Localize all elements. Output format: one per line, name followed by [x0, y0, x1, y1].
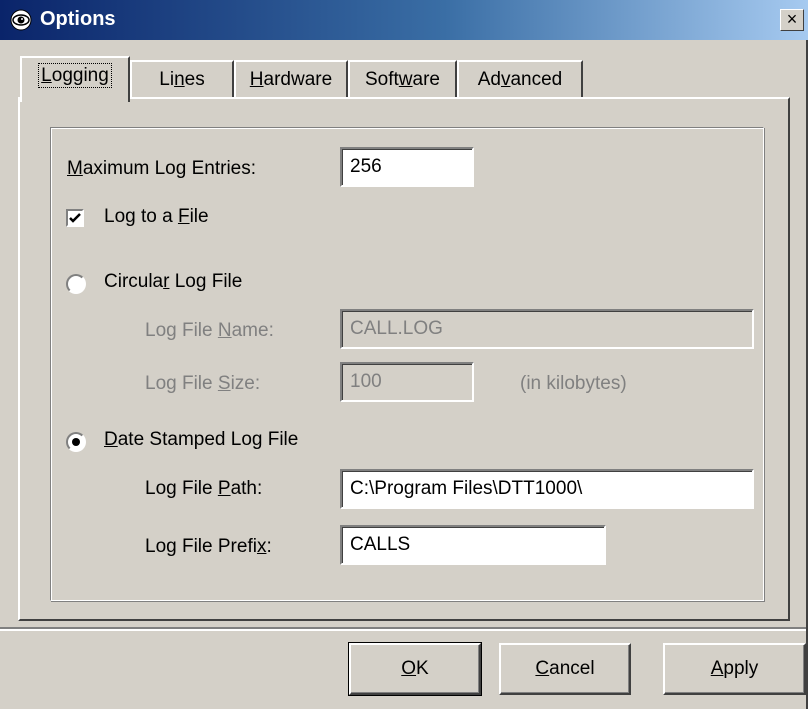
log-file-path-label: Log File Path: — [145, 478, 263, 499]
log-file-size-input[interactable]: 100 — [340, 362, 474, 402]
apply-button[interactable]: Apply — [663, 643, 806, 695]
log-file-size-unit: (in kilobytes) — [520, 373, 627, 394]
log-to-file-checkbox[interactable] — [66, 209, 84, 227]
apply-button-label: Apply — [710, 658, 759, 679]
ok-button-label: OK — [401, 658, 429, 679]
log-to-file-label[interactable]: Log to a File — [104, 206, 209, 228]
eye-icon — [10, 9, 32, 31]
log-file-path-input[interactable]: C:\Program Files\DTT1000\ — [340, 469, 754, 509]
cancel-button-label: Cancel — [535, 658, 595, 679]
circular-log-label[interactable]: Circular Log File — [104, 271, 242, 293]
log-file-size-label: Log File Size: — [145, 373, 261, 394]
tab-advanced[interactable]: Advanced — [457, 60, 583, 98]
log-file-prefix-input[interactable]: CALLS — [340, 525, 606, 565]
window-title: Options — [40, 8, 116, 30]
log-file-prefix-label: Log File Prefix: — [145, 536, 272, 557]
radio-selected-dot — [72, 438, 80, 446]
cancel-button[interactable]: Cancel — [499, 643, 631, 695]
tab-logging[interactable]: Logging — [20, 56, 130, 102]
circular-log-radio[interactable] — [66, 274, 86, 294]
tab-software[interactable]: Software — [348, 60, 457, 98]
tab-software-label: Software — [364, 69, 440, 90]
tab-logging-label: Logging — [38, 63, 112, 88]
tab-hardware-label: Hardware — [249, 69, 333, 90]
tab-advanced-label: Advanced — [477, 69, 563, 90]
check-icon — [69, 213, 81, 223]
close-button[interactable]: × — [780, 9, 804, 31]
log-file-name-label: Log File Name: — [145, 320, 274, 341]
max-log-entries-input[interactable]: 256 — [340, 147, 474, 187]
max-log-entries-label: Maximum Log Entries: — [67, 158, 257, 179]
ok-button[interactable]: OK — [348, 642, 482, 696]
tab-lines[interactable]: Lines — [130, 60, 234, 98]
log-file-name-input[interactable]: CALL.LOG — [340, 309, 754, 349]
button-separator — [0, 627, 806, 631]
title-bar[interactable]: Options × — [0, 0, 808, 40]
date-stamped-log-radio[interactable] — [66, 432, 86, 452]
tab-lines-label: Lines — [159, 69, 205, 90]
date-stamped-log-label[interactable]: Date Stamped Log File — [104, 429, 298, 451]
tab-hardware[interactable]: Hardware — [234, 60, 348, 98]
close-icon: × — [786, 9, 798, 29]
